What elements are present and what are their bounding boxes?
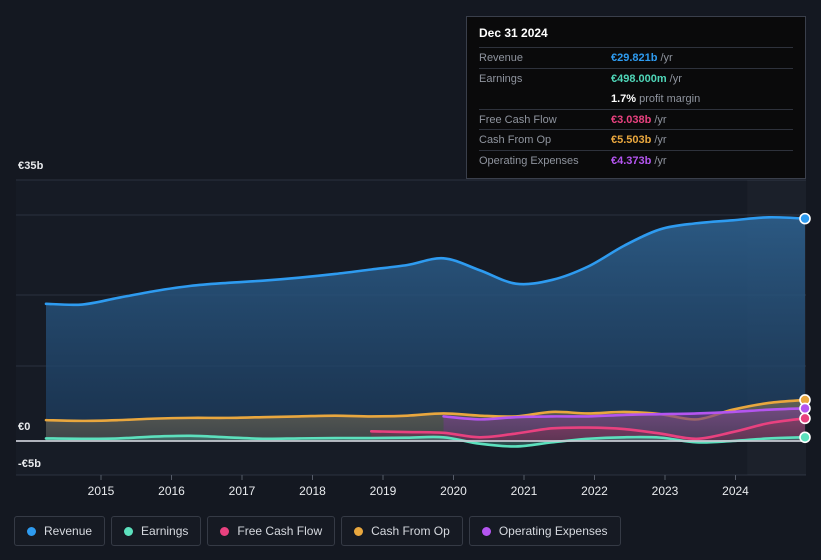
tooltip-row-unit: profit margin — [639, 92, 701, 105]
x-axis-tick-label: 2019 — [369, 484, 397, 498]
legend-swatch-icon — [481, 526, 491, 536]
x-axis-tick-label: 2016 — [158, 484, 185, 498]
legend-item-label: Operating Expenses — [498, 524, 608, 538]
financial-chart-app: €35b €0 -€5b 2015 2016 2017 2018 2019 2020 2021 2… — [0, 0, 821, 560]
y-axis-tick-label: €35b — [18, 160, 44, 172]
legend-swatch-icon — [27, 526, 36, 536]
legend-item-revenue[interactable]: Revenue — [14, 516, 106, 546]
tooltip-row: Cash From Op €5.503b/yr — [479, 129, 793, 150]
x-axis-tick-label: 2015 — [87, 484, 115, 498]
tooltip-row-label: Cash From Op — [479, 134, 552, 147]
tooltip-row: Revenue €29.821b/yr — [479, 47, 793, 68]
tooltip-row: Earnings €498.000m/yr — [479, 67, 793, 89]
legend-item-label: Earnings — [141, 524, 189, 538]
x-axis-tick-label: 2018 — [299, 484, 326, 498]
y-axis-tick-label: -€5b — [18, 458, 42, 470]
tooltip-row: 1.7% profit margin — [479, 89, 793, 109]
tooltip-row-unit: /yr — [654, 113, 667, 126]
tooltip-row-unit: /yr — [669, 72, 682, 85]
y-axis-tick-label: €0 — [18, 421, 31, 433]
x-axis-tick-label: 2023 — [651, 484, 679, 498]
tooltip-row: Free Cash Flow €3.038b/yr — [479, 108, 793, 130]
tooltip-row-value: €498.000m — [611, 72, 667, 85]
tooltip-rows: Revenue €29.821b/yr Earnings €498.000m/yr 1.… — [479, 47, 793, 171]
tooltip-row-unit: /yr — [660, 52, 673, 64]
tooltip-row-value: €29.821b — [611, 52, 658, 64]
tooltip-row-unit: /yr — [654, 134, 667, 147]
x-axis-tick-label: 2024 — [722, 484, 749, 498]
tooltip-row-value: €4.373b — [611, 155, 652, 168]
chart-tooltip: Dec 31 2024 Revenue €29.821b/yr Earnings €4… — [466, 16, 806, 180]
x-axis-tick-label: 2020 — [440, 484, 467, 498]
legend-item-cash-from-op[interactable]: Cash From Op — [341, 516, 463, 546]
tooltip-row-label: Earnings — [479, 72, 523, 85]
tooltip-row-value: €5.503b — [611, 134, 652, 147]
legend-item-label: Free Cash Flow — [237, 524, 323, 538]
legend-item-free-cash-flow[interactable]: Free Cash Flow — [207, 516, 336, 546]
x-axis-tick-label: 2021 — [510, 484, 538, 498]
x-axis-tick-label: 2017 — [228, 484, 256, 498]
tooltip-row-label: Operating Expenses — [479, 155, 579, 168]
tooltip-row-value: €3.038b — [611, 113, 652, 126]
tooltip-row-label: Revenue — [479, 52, 524, 64]
tooltip-row: Operating Expenses €4.373b/yr — [479, 150, 793, 171]
tooltip-row-unit: /yr — [654, 155, 667, 168]
legend-item-operating-expenses[interactable]: Operating Expenses — [468, 516, 621, 546]
tooltip-date: Dec 31 2024 — [479, 26, 548, 40]
chart-legend: Revenue Earnings Free Cash Flow Cash From O… — [14, 516, 621, 546]
tooltip-row-value: 1.7% — [611, 92, 637, 105]
legend-item-earnings[interactable]: Earnings — [111, 516, 202, 546]
legend-swatch-icon — [220, 526, 230, 536]
legend-swatch-icon — [124, 526, 134, 536]
legend-item-label: Revenue — [44, 524, 93, 538]
x-axis-tick-label: 2022 — [581, 484, 608, 498]
legend-swatch-icon — [354, 526, 364, 536]
legend-item-label: Cash From Op — [371, 524, 450, 538]
tooltip-row-label: Free Cash Flow — [479, 113, 557, 126]
